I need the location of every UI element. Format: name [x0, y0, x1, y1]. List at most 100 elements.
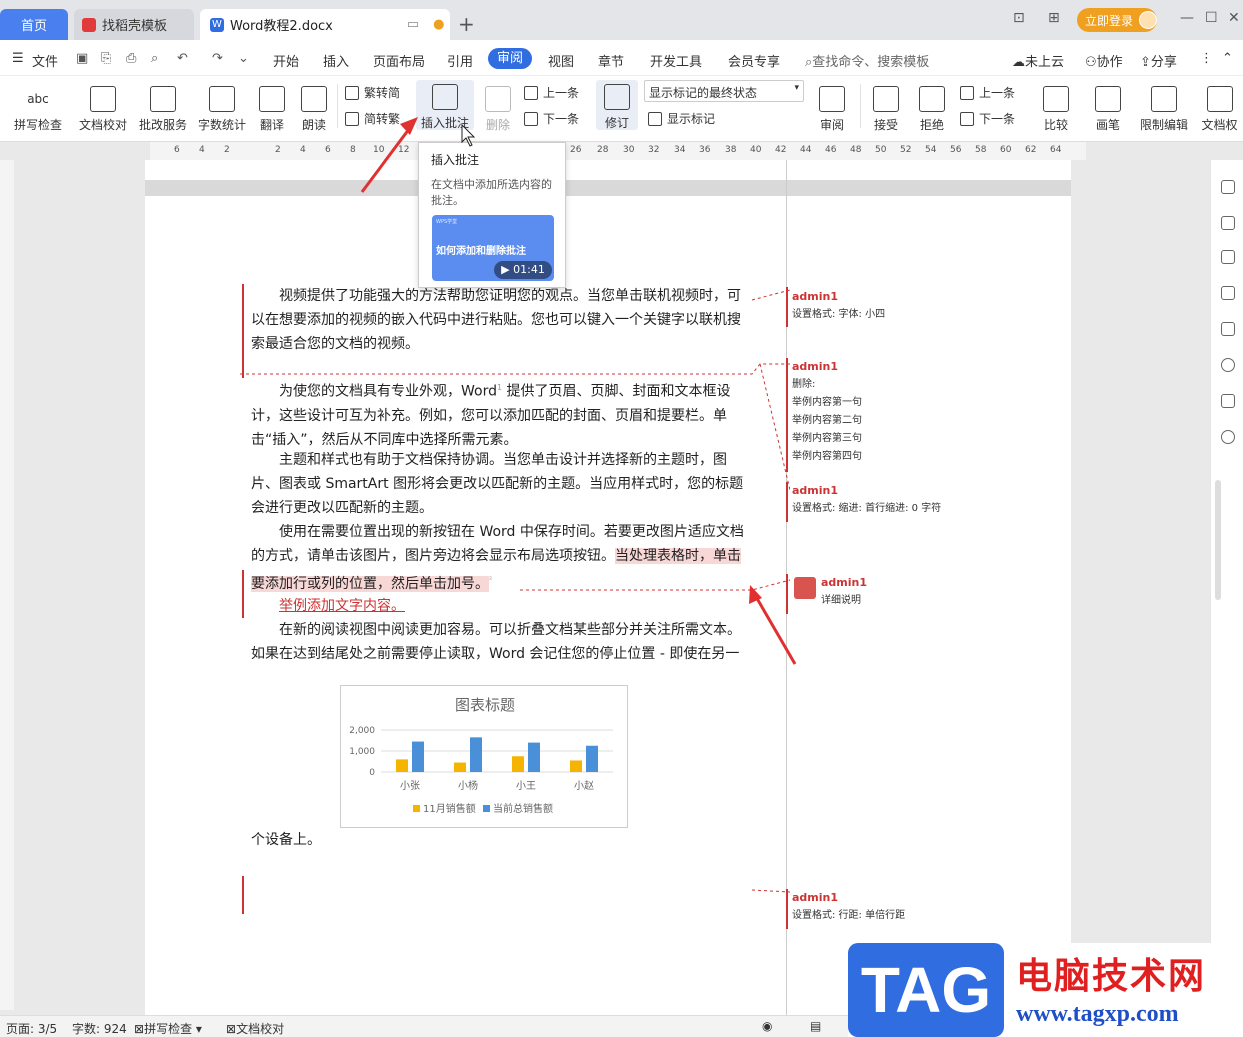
simp-to-trad-button[interactable]: 简转繁 [345, 110, 400, 127]
legend-label: 11月销售额 [423, 802, 476, 815]
close-icon[interactable]: ✕ [1228, 10, 1240, 26]
tab-home[interactable]: 首页 [0, 9, 68, 40]
sliders-icon[interactable] [1221, 286, 1235, 300]
tab-document[interactable]: W Word教程2.docx ▭ ● [200, 9, 450, 40]
hamburger-icon[interactable]: ☰ [12, 51, 24, 66]
comment-3[interactable]: admin1 设置格式: 缩进: 首行缩进: 0 字符 [792, 482, 941, 518]
menu-reference[interactable]: 引用 [447, 51, 473, 70]
book-icon[interactable] [1221, 394, 1235, 408]
comment-text: 举例内容第三句 [792, 433, 862, 444]
horizontal-ruler[interactable]: 6 4 2 2 4 6 8 10 12 26 28 30 32 34 36 38… [150, 142, 1086, 160]
cloud-status[interactable]: ☁未上云 [1012, 51, 1064, 70]
grid-icon[interactable]: ⊞ [1048, 10, 1060, 26]
watermark-site-name: 电脑技术网 [1016, 956, 1207, 997]
status-spell-check[interactable]: ⊠拼写检查 ▾ [134, 1020, 202, 1037]
status-doc-check[interactable]: ⊠文档校对 [226, 1020, 284, 1037]
trad-to-simp-button[interactable]: 繁转简 [345, 84, 400, 101]
pen-button[interactable]: 画笔 [1088, 80, 1128, 133]
track-changes-button[interactable]: 修订 [596, 80, 638, 130]
location-icon[interactable] [1221, 358, 1235, 372]
ruler-tick: 60 [1000, 145, 1012, 155]
reject-icon [919, 86, 945, 112]
menu-insert[interactable]: 插入 [323, 51, 349, 70]
menu-chapter[interactable]: 章节 [598, 51, 624, 70]
prev-change-button[interactable]: 上一条 [960, 84, 1015, 101]
restrict-edit-button[interactable]: 限制编辑 [1136, 80, 1192, 133]
help-icon[interactable] [1221, 430, 1235, 444]
pen-edit-icon[interactable] [1221, 216, 1235, 230]
translate-button[interactable]: 翻译 [252, 80, 292, 133]
chart[interactable]: 图表标题 2,000 1,000 0 小张 小杨 小王 小赵 11月销售额 当前总销售额 [340, 685, 628, 828]
menu-layout[interactable]: 页面布局 [373, 51, 425, 70]
review-label: 审阅 [819, 118, 844, 132]
next-comment-button[interactable]: 下一条 [524, 110, 579, 127]
comment-bar [786, 574, 788, 614]
tooltip-video[interactable]: WPS学堂 如何添加和删除批注 ▶ 01:41 [432, 215, 554, 281]
maximize-icon[interactable]: ☐ [1205, 10, 1218, 26]
ruler-tick: 42 [775, 145, 787, 155]
tab-daoke-label: 找稻壳模板 [102, 19, 168, 34]
comment-2[interactable]: admin1 删除: 举例内容第一句 举例内容第二句 举例内容第三句 举例内容第四句 [792, 358, 862, 466]
insert-comment-button[interactable]: 插入批注 [416, 80, 474, 130]
legend-label: 当前总销售额 [493, 802, 553, 815]
save-icon[interactable]: ▣ [76, 51, 88, 66]
collab-button[interactable]: ⚇协作 [1085, 51, 1123, 70]
rocket-icon[interactable] [1221, 180, 1235, 194]
legend-swatch [483, 805, 490, 812]
collapse-ribbon-icon[interactable]: ⌃ [1222, 51, 1233, 66]
monitor-icon[interactable]: ▭ [407, 17, 419, 32]
comment-1[interactable]: admin1 设置格式: 字体: 小四 [792, 288, 885, 324]
pen-icon [1095, 86, 1121, 112]
search-command[interactable]: ⌕查找命令、搜索模板 [805, 51, 929, 70]
doc-permission-button[interactable]: 文档权 [1196, 80, 1243, 133]
show-markup-button[interactable]: 显示标记 [648, 110, 715, 127]
undo-icon[interactable]: ↶ [177, 51, 188, 66]
new-tab-button[interactable]: + [458, 12, 475, 36]
reject-button[interactable]: 拒绝 [912, 80, 952, 133]
menu-start[interactable]: 开始 [273, 51, 299, 70]
page-indicator[interactable]: 页面: 3/5 [6, 1020, 57, 1037]
preview-icon[interactable]: ⌕ [151, 51, 158, 66]
ruler-tick: 36 [699, 145, 711, 155]
layout-icon[interactable]: ⊡ [1013, 10, 1025, 26]
spell-check-button[interactable]: abc 拼写检查 [8, 80, 68, 133]
menu-review[interactable]: 审阅 [488, 48, 532, 69]
more-icon[interactable]: ⋮ [1200, 51, 1213, 66]
export-icon[interactable]: ⎘ [101, 51, 111, 66]
menu-devtools[interactable]: 开发工具 [650, 51, 702, 70]
share-icon: ⇪ [1140, 55, 1151, 70]
menu-view[interactable]: 视图 [548, 51, 574, 70]
more-chevron-icon[interactable]: ⌄ [238, 51, 249, 66]
word-count-button[interactable]: 字数统计 [194, 80, 250, 133]
next-label: 下一条 [543, 112, 580, 126]
markup-state-select[interactable]: 显示标记的最终状态 ▾ [644, 80, 804, 102]
compare-button[interactable]: 比较 [1034, 80, 1078, 133]
pointer-icon[interactable] [1221, 250, 1235, 264]
menu-file[interactable]: 文件 [32, 51, 58, 70]
comment-text: 举例内容第二句 [792, 415, 862, 426]
scrollbar[interactable] [1215, 480, 1221, 600]
delete-comment-button[interactable]: 删除 [478, 80, 518, 133]
tab-daoke[interactable]: 找稻壳模板 [74, 9, 194, 40]
batch-service-button[interactable]: 批改服务 [135, 80, 191, 133]
menu-member[interactable]: 会员专享 [728, 51, 780, 70]
review-pane-button[interactable]: 审阅 [810, 80, 854, 133]
share-button[interactable]: ⇪分享 [1140, 51, 1177, 70]
login-button[interactable]: 立即登录 [1077, 8, 1157, 32]
image-icon[interactable] [1221, 322, 1235, 336]
doc-check-button[interactable]: 文档校对 [75, 80, 131, 133]
minimize-icon[interactable]: — [1180, 10, 1194, 26]
page-view-icon[interactable]: ▤ [810, 1019, 821, 1033]
eye-icon[interactable]: ◉ [762, 1019, 772, 1033]
prev-comment-button[interactable]: 上一条 [524, 84, 579, 101]
next-change-button[interactable]: 下一条 [960, 110, 1015, 127]
vertical-ruler[interactable] [0, 160, 14, 1010]
comment-5[interactable]: admin1 设置格式: 行距: 单倍行距 [792, 889, 905, 925]
y-tick-label: 1,000 [349, 747, 375, 757]
print-icon[interactable]: ⎙ [126, 51, 136, 66]
redo-icon[interactable]: ↷ [212, 51, 223, 66]
accept-button[interactable]: 接受 [866, 80, 906, 133]
read-aloud-button[interactable]: 朗读 [296, 80, 332, 133]
comment-4[interactable]: admin1 详细说明 [821, 574, 867, 610]
word-count[interactable]: 字数: 924 [72, 1020, 127, 1037]
